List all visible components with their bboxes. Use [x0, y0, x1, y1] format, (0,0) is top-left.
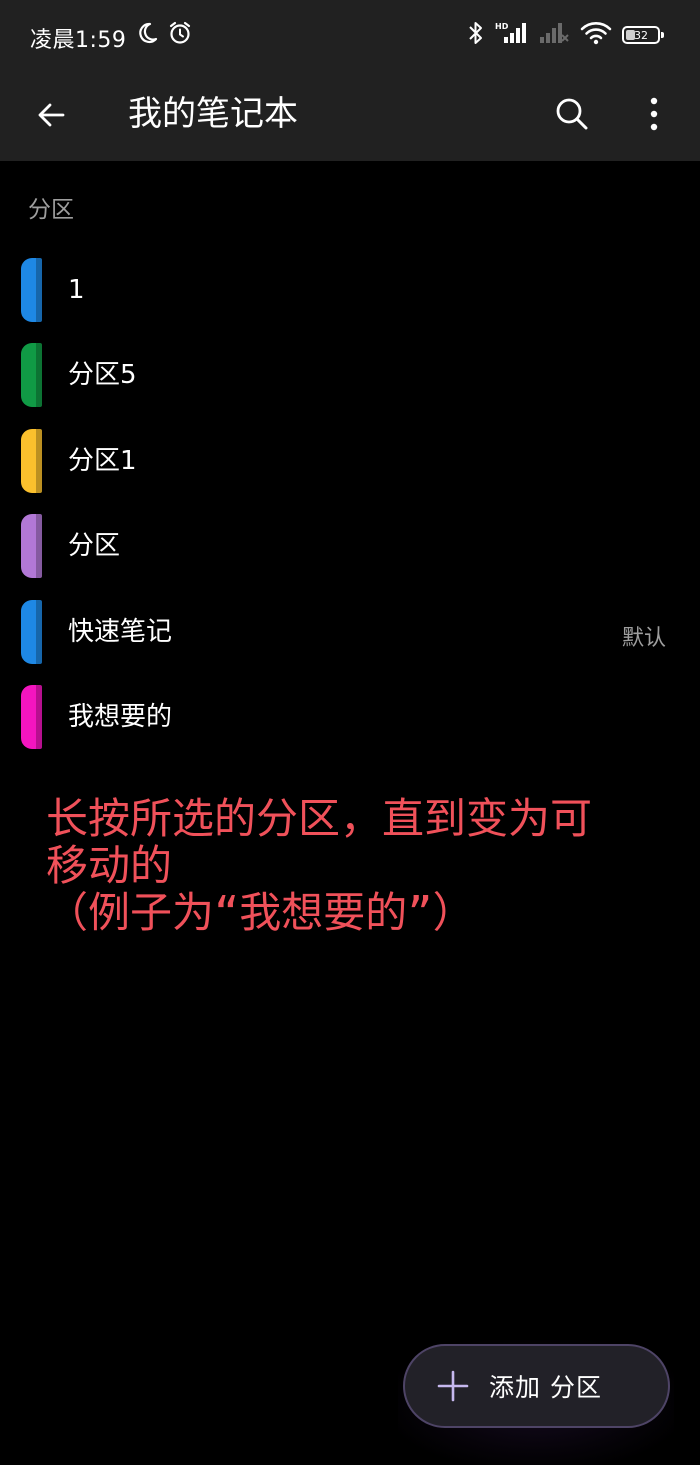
status-left-icons [135, 20, 193, 50]
section-label: 分区 [68, 531, 121, 562]
section-label: 快速笔记 [68, 616, 173, 647]
section-item[interactable]: 我想要的 [0, 675, 700, 760]
section-item[interactable]: 快速笔记 默认 [0, 590, 700, 675]
section-color-tab [21, 599, 42, 664]
sections-header: 分区 [28, 197, 74, 223]
page-title: 我的笔记本 [128, 94, 298, 134]
section-color-tab [21, 428, 42, 493]
plus-icon [437, 1370, 469, 1402]
moon-icon [135, 21, 159, 49]
back-button[interactable] [28, 92, 74, 138]
battery-percent: 32 [634, 28, 648, 42]
status-bar: 凌晨1:59 HD 32 [0, 0, 700, 70]
status-time: 凌晨1:59 [30, 28, 127, 53]
battery-tip [661, 32, 664, 38]
section-item[interactable]: 分区5 [0, 333, 700, 418]
wifi-icon [580, 20, 612, 50]
section-label: 分区5 [68, 360, 137, 391]
default-section-badge: 默认 [621, 625, 666, 651]
section-label: 分区1 [68, 445, 137, 476]
more-options-button[interactable] [630, 90, 678, 138]
section-list: 1 分区5 分区1 分区 快速笔记 默认 我想要的 [0, 248, 700, 760]
section-color-tab [21, 514, 42, 579]
search-button[interactable] [548, 90, 596, 138]
add-section-label: 添加 分区 [489, 1373, 602, 1402]
signal-icon [538, 20, 570, 50]
section-color-tab [21, 258, 42, 322]
svg-text:HD: HD [495, 22, 509, 31]
add-section-button[interactable]: 添加 分区 [403, 1344, 670, 1428]
arrow-left-icon [38, 103, 65, 127]
section-label: 我想要的 [68, 701, 173, 732]
section-color-tab [21, 343, 42, 408]
search-icon [556, 98, 588, 130]
app-bar: 我的笔记本 [0, 70, 700, 161]
bluetooth-icon [468, 20, 484, 50]
battery-icon: 32 [622, 26, 664, 44]
annotation-hint: 长按所选的分区，直到变为可 移动的 （例子为“我想要的”） [46, 794, 593, 937]
section-item[interactable]: 1 [0, 248, 700, 333]
status-right-icons: HD 32 [468, 20, 664, 50]
section-item[interactable]: 分区1 [0, 419, 700, 504]
more-vertical-icon [650, 97, 658, 131]
hd-signal-icon: HD [494, 20, 528, 50]
section-color-tab [21, 684, 42, 749]
section-label: 1 [68, 275, 85, 305]
alarm-icon [167, 20, 193, 50]
section-item[interactable]: 分区 [0, 504, 700, 589]
